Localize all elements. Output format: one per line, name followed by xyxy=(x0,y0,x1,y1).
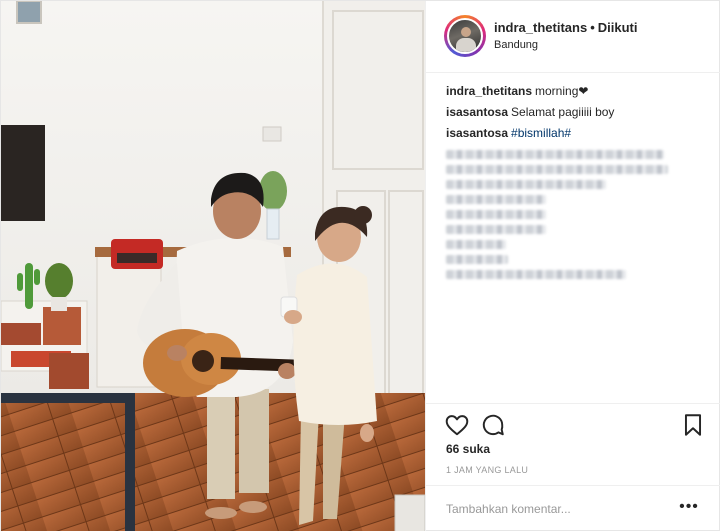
bookmark-icon[interactable] xyxy=(680,412,706,438)
action-bar xyxy=(426,403,720,447)
blurred-line xyxy=(446,225,546,234)
list-item: isasantosa #bismillah# xyxy=(446,123,706,144)
instagram-post-window: indra_thetitans • Diikuti Bandung indra_th… xyxy=(0,0,720,531)
blurred-line xyxy=(446,150,664,159)
blurred-comments xyxy=(446,150,706,279)
list-item: isasantosa Selamat pagiiiii boy xyxy=(446,102,706,123)
couple-with-guitar-photo xyxy=(1,1,425,531)
add-comment-bar: ••• xyxy=(426,485,720,531)
post-timestamp[interactable]: 1 JAM YANG LALU xyxy=(446,465,528,475)
blurred-line xyxy=(446,255,508,264)
blurred-line xyxy=(446,165,668,174)
username-link[interactable]: indra_thetitans xyxy=(494,20,587,35)
comment-username[interactable]: indra_thetitans xyxy=(446,84,532,98)
comment-username[interactable]: isasantosa xyxy=(446,126,508,140)
blurred-line xyxy=(446,270,626,279)
post-photo[interactable] xyxy=(1,1,425,531)
user-line: indra_thetitans • Diikuti xyxy=(494,20,637,35)
separator-dot: • xyxy=(590,20,595,35)
avatar[interactable] xyxy=(447,18,483,54)
comments-list: indra_thetitans morning❤ isasantosa Selama… xyxy=(446,81,706,285)
story-ring[interactable] xyxy=(444,15,486,57)
blurred-line xyxy=(446,195,546,204)
more-options-icon[interactable]: ••• xyxy=(678,499,700,518)
blurred-line xyxy=(446,180,606,189)
following-button[interactable]: Diikuti xyxy=(598,20,638,35)
hashtag-link[interactable]: #bismillah# xyxy=(511,126,571,140)
comment-username[interactable]: isasantosa xyxy=(446,105,508,119)
speech-bubble-icon[interactable] xyxy=(480,412,506,438)
blurred-line xyxy=(446,240,506,249)
comment-text: Selamat pagiiiii boy xyxy=(511,105,615,119)
post-header: indra_thetitans • Diikuti Bandung xyxy=(426,1,720,73)
comment-text: morning❤ xyxy=(535,84,589,98)
likes-count[interactable]: 66 suka xyxy=(446,442,490,456)
location-link[interactable]: Bandung xyxy=(494,39,538,51)
heart-outline-icon[interactable] xyxy=(444,412,470,438)
comment-input[interactable] xyxy=(446,498,666,520)
blurred-line xyxy=(446,210,546,219)
post-details-panel: indra_thetitans • Diikuti Bandung indra_th… xyxy=(425,1,720,531)
caption-comment: indra_thetitans morning❤ xyxy=(446,81,706,102)
